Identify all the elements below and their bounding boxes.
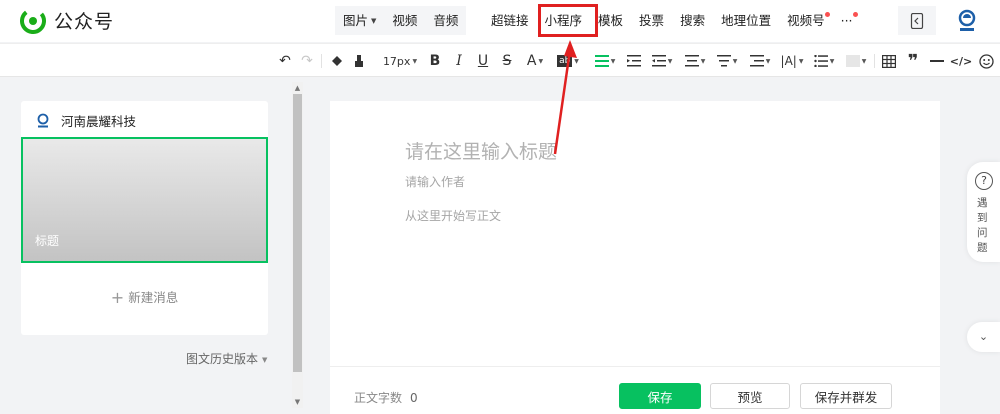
insert-link-button[interactable]: 超链接	[483, 6, 537, 35]
ordered-list-icon[interactable]: ▼	[844, 52, 868, 70]
list-spacing-icon[interactable]: ▼	[748, 52, 772, 70]
account-logo-icon	[37, 113, 49, 127]
insert-channels-button[interactable]: 视频号	[779, 6, 833, 35]
scroll-up-arrow-icon[interactable]: ▲	[292, 82, 303, 94]
notification-dot	[824, 12, 830, 17]
quote-icon[interactable]: ❞	[905, 51, 921, 72]
more-tools-button[interactable]: ···	[833, 6, 861, 35]
redo-icon[interactable]: ↷	[299, 52, 315, 70]
insert-image-menu[interactable]: 图片 ▼	[335, 6, 384, 35]
more-tools-label: ···	[840, 13, 853, 28]
unordered-list-icon[interactable]: ▼	[812, 52, 836, 70]
font-size-value: 17px	[382, 54, 411, 68]
line-height-icon[interactable]: ▼	[683, 52, 707, 70]
top-bar: 公众号 图片 ▼ 视频 音频 超链接 小程序 模板 投票 搜索 地理位置 视频号 …	[0, 0, 1000, 42]
article-list-card: 河南晨耀科技 标题 + 新建消息	[21, 101, 268, 335]
bg-color-label: ab	[557, 55, 573, 67]
insert-video-button[interactable]: 视频	[384, 6, 425, 35]
letter-spacing-icon[interactable]: |A| ▼	[779, 52, 805, 70]
format-toolbar: ↶ ↷ 17px ▼ B I U S A ▼ ab ▼ ▼ ▼ ▼ ▼ ▼ |A| ▼ …	[0, 43, 1000, 77]
wechat-official-logo-icon	[20, 7, 46, 34]
article-cover-card[interactable]: 标题	[21, 137, 268, 263]
chevron-down-icon: ▼	[574, 57, 579, 65]
strikethrough-icon[interactable]: S	[500, 52, 514, 70]
notification-dot	[852, 12, 858, 17]
insert-search-button[interactable]: 搜索	[672, 6, 713, 35]
insert-location-button[interactable]: 地理位置	[713, 6, 779, 35]
word-count: 正文字数 0	[354, 389, 418, 406]
collapse-float-button[interactable]: ⌄	[967, 322, 1000, 352]
brand-name: 公众号	[54, 11, 115, 33]
title-input[interactable]	[405, 141, 885, 163]
brand-logo[interactable]: 公众号	[20, 7, 114, 34]
chevron-down-icon: ▼	[371, 17, 377, 25]
help-label: 遇到问题	[977, 197, 988, 254]
table-icon[interactable]	[881, 52, 897, 70]
cover-title: 标题	[35, 234, 60, 248]
question-icon: ?	[975, 172, 993, 190]
history-version-button[interactable]: 图文历史版本 ▼	[186, 350, 267, 367]
plus-icon: +	[110, 288, 125, 307]
font-color-icon[interactable]: A ▼	[522, 52, 548, 70]
help-float-button[interactable]: ? 遇到问题	[967, 162, 1000, 262]
indent-icon[interactable]	[626, 52, 642, 70]
chevron-down-icon: ▼	[262, 356, 268, 364]
body-editor[interactable]: 从这里开始写正文	[405, 207, 885, 327]
save-and-publish-button[interactable]: 保存并群发	[800, 383, 892, 409]
account-name: 河南晨耀科技	[61, 114, 137, 129]
code-icon[interactable]: </>	[950, 52, 972, 70]
insert-miniprogram-button[interactable]: 小程序	[537, 6, 591, 35]
scroll-thumb[interactable]	[293, 94, 302, 372]
new-message-button[interactable]: + 新建消息	[21, 287, 268, 307]
insert-channels-label: 视频号	[787, 13, 825, 28]
preview-button[interactable]: 预览	[710, 383, 790, 409]
insert-vote-button[interactable]: 投票	[631, 6, 672, 35]
media-insert-group: 图片 ▼ 视频 音频	[335, 6, 467, 35]
insert-image-label: 图片	[343, 13, 369, 28]
font-color-label: A	[526, 53, 537, 69]
bold-icon[interactable]: B	[428, 52, 442, 70]
scroll-down-arrow-icon[interactable]: ▼	[292, 396, 303, 408]
background-color-icon[interactable]: ab ▼	[555, 52, 581, 70]
phone-icon	[910, 12, 924, 29]
outdent-icon[interactable]: ▼	[650, 52, 674, 70]
word-count-value: 0	[410, 391, 418, 405]
article-editor: 从这里开始写正文	[330, 101, 940, 366]
editor-bottom-bar: 正文字数 0 保存 预览 保存并群发	[330, 366, 940, 414]
left-scrollbar[interactable]: ▲ ▼	[292, 82, 303, 408]
history-label: 图文历史版本	[186, 352, 259, 366]
underline-icon[interactable]: U	[476, 52, 490, 70]
tool-insert-group: 超链接 小程序 模板 投票 搜索 地理位置 视频号 ···	[483, 6, 861, 35]
mobile-preview-button[interactable]	[898, 6, 936, 35]
insert-template-button[interactable]: 模板	[590, 6, 631, 35]
font-size-select[interactable]: 17px ▼	[382, 52, 418, 70]
undo-icon[interactable]: ↶	[277, 52, 293, 70]
double-chevron-down-icon: ⌄	[978, 330, 989, 343]
separator	[874, 54, 875, 68]
save-button[interactable]: 保存	[619, 383, 701, 409]
account-header: 河南晨耀科技	[35, 111, 136, 130]
new-message-label: 新建消息	[128, 290, 179, 305]
insert-audio-button[interactable]: 音频	[425, 6, 466, 35]
chevron-down-icon: ▼	[412, 57, 418, 65]
align-icon[interactable]: ▼	[593, 52, 617, 70]
author-input[interactable]	[405, 175, 705, 189]
chevron-down-icon: ▼	[538, 57, 544, 65]
paragraph-spacing-icon[interactable]: ▼	[715, 52, 739, 70]
word-count-label: 正文字数	[354, 391, 403, 405]
avatar[interactable]	[954, 8, 980, 34]
clear-format-icon[interactable]	[350, 52, 368, 70]
format-painter-icon[interactable]	[328, 52, 346, 70]
divider-icon[interactable]	[929, 52, 945, 70]
italic-icon[interactable]: I	[452, 52, 466, 70]
emoji-icon[interactable]	[977, 52, 995, 70]
separator	[321, 54, 322, 68]
